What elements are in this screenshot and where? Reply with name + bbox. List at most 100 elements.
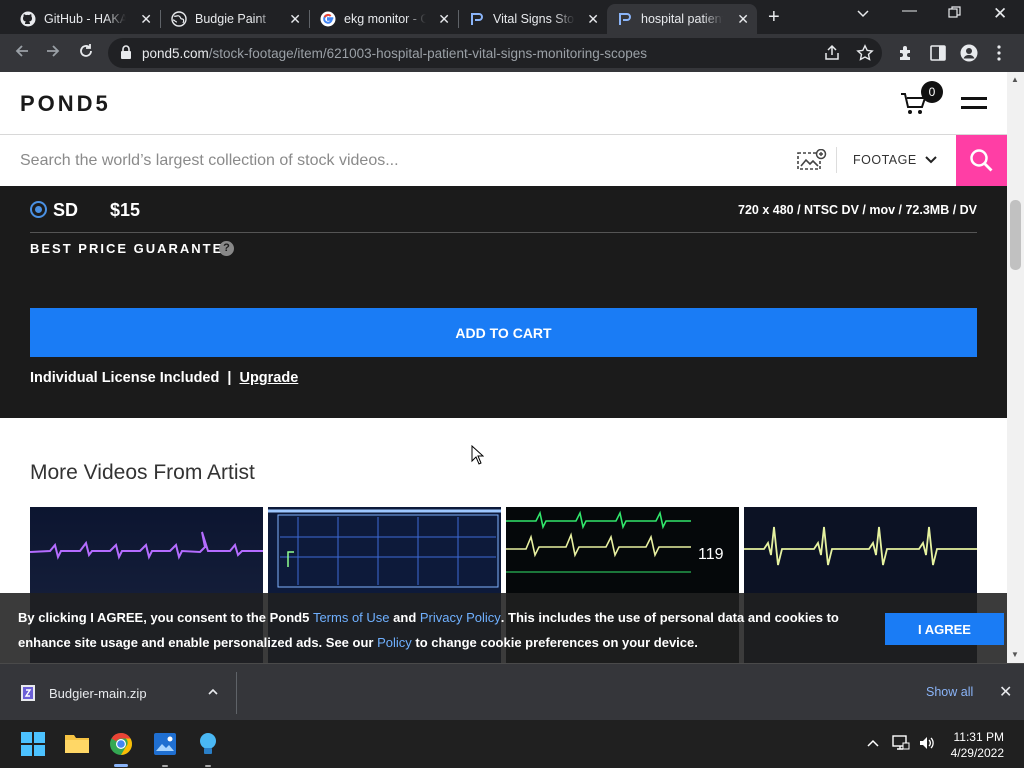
divider <box>30 232 977 233</box>
downloads-bar: Budgier-main.zip Show all ✕ <box>0 663 1024 720</box>
windows-start-icon[interactable] <box>21 732 45 756</box>
resolution-label: SD <box>53 200 79 220</box>
forward-button[interactable] <box>44 42 62 65</box>
photos-app-icon[interactable] <box>153 732 177 756</box>
tray-chevron-up-icon[interactable] <box>866 737 880 749</box>
upgrade-link[interactable]: Upgrade <box>239 370 298 386</box>
search-input[interactable] <box>20 152 720 170</box>
privacy-policy-link[interactable]: Privacy Policy <box>420 610 501 625</box>
volume-icon[interactable] <box>918 735 936 751</box>
tab-budgie-paint[interactable]: Budgie Paint ✕ <box>161 4 309 34</box>
tab-github[interactable]: GitHub - HAKAN ✕ <box>10 4 160 34</box>
system-clock[interactable]: 11:31 PM 4/29/2022 <box>940 729 1004 761</box>
close-tab-icon[interactable]: ✕ <box>587 11 599 28</box>
kebab-menu-icon[interactable] <box>996 44 1002 62</box>
scrollbar-thumb[interactable] <box>1010 200 1021 270</box>
tab-search-icon[interactable] <box>856 6 870 24</box>
best-price-guarantee: BEST PRICE GUARANTEE <box>30 241 234 256</box>
tab-title: Vital Signs Stock <box>493 12 575 26</box>
lock-icon <box>121 45 131 59</box>
sd-radio-button[interactable] <box>30 201 47 218</box>
minimize-button[interactable]: — <box>902 2 917 19</box>
close-tab-icon[interactable]: ✕ <box>737 11 749 28</box>
page-scrollbar[interactable]: ▲ ▼ <box>1007 72 1024 663</box>
running-app-indicator <box>162 765 168 767</box>
add-to-cart-button[interactable]: ADD TO CART <box>30 308 977 357</box>
cookie-text-part: and <box>389 610 420 625</box>
address-bar[interactable]: pond5.com/stock-footage/item/621003-hosp… <box>108 38 882 68</box>
mouse-cursor-icon <box>471 445 484 465</box>
divider <box>236 672 237 714</box>
tab-vital-signs[interactable]: Vital Signs Stock ✕ <box>459 4 607 34</box>
bookmark-star-icon[interactable] <box>856 44 874 62</box>
divider <box>836 147 837 173</box>
tips-bulb-icon[interactable] <box>197 732 219 756</box>
chrome-icon[interactable] <box>109 732 133 756</box>
license-info: Individual License Included | Upgrade <box>30 370 298 386</box>
search-button[interactable] <box>956 135 1007 186</box>
browser-tab-strip: GitHub - HAKAN ✕ Budgie Paint ✕ ekg moni… <box>0 0 1024 34</box>
cookie-text: By clicking I AGREE, you consent to the … <box>18 605 868 655</box>
close-tab-icon[interactable]: ✕ <box>289 11 301 28</box>
google-icon <box>320 11 336 27</box>
download-filename[interactable]: Budgier-main.zip <box>49 686 147 701</box>
profile-avatar-icon[interactable] <box>960 44 978 62</box>
search-icon <box>970 149 993 172</box>
github-icon <box>20 11 36 27</box>
url-domain: pond5.com <box>142 46 209 61</box>
globe-icon <box>171 11 187 27</box>
search-category-select[interactable]: FOOTAGE <box>853 153 917 167</box>
tab-title: GitHub - HAKAN <box>44 12 126 26</box>
restore-button[interactable] <box>948 6 961 23</box>
close-downloads-bar-icon[interactable]: ✕ <box>999 682 1012 702</box>
scroll-up-arrow-icon[interactable]: ▲ <box>1011 75 1019 84</box>
tab-hospital-patient[interactable]: hospital patient ✕ <box>607 4 757 34</box>
hamburger-menu-icon[interactable] <box>961 97 987 115</box>
extensions-icon[interactable] <box>897 44 915 62</box>
url-path: /stock-footage/item/621003-hospital-pati… <box>208 46 648 61</box>
side-panel-icon[interactable] <box>929 44 947 62</box>
cookie-consent-banner: By clicking I AGREE, you consent to the … <box>0 593 1007 663</box>
close-window-button[interactable]: ✕ <box>993 4 1007 24</box>
cookie-text-part: to change cookie preferences on your dev… <box>411 635 698 650</box>
url-text: pond5.com/stock-footage/item/621003-hosp… <box>142 46 647 61</box>
more-videos-heading: More Videos From Artist <box>30 461 255 484</box>
close-tab-icon[interactable]: ✕ <box>140 11 152 28</box>
back-button[interactable] <box>13 42 31 65</box>
price-label: $15 <box>110 200 141 220</box>
chevron-down-icon[interactable] <box>924 152 938 166</box>
terms-of-use-link[interactable]: Terms of Use <box>313 610 390 625</box>
search-bar: FOOTAGE <box>0 135 1007 186</box>
windows-taskbar: 11:31 PM 4/29/2022 <box>0 720 1024 768</box>
scroll-down-arrow-icon[interactable]: ▼ <box>1011 650 1019 659</box>
purchase-panel: SD $15 720 x 480 / NTSC DV / mov / 72.3M… <box>0 186 1007 418</box>
help-icon[interactable]: ? <box>219 241 234 256</box>
network-icon[interactable] <box>892 735 910 751</box>
file-explorer-icon[interactable] <box>64 732 90 754</box>
pond5-logo[interactable]: POND5 <box>20 91 111 117</box>
clock-time: 11:31 PM <box>953 730 1004 744</box>
svg-text:119: 119 <box>698 546 724 563</box>
cart-count-badge: 0 <box>921 81 943 103</box>
running-app-indicator <box>205 765 211 767</box>
pond5-icon <box>471 13 483 25</box>
file-specs: 720 x 480 / NTSC DV / mov / 72.3MB / DV <box>738 203 977 217</box>
active-app-indicator <box>114 764 128 767</box>
browser-toolbar: pond5.com/stock-footage/item/621003-hosp… <box>0 34 1024 72</box>
cookie-text-part: By clicking I AGREE, you consent to the … <box>18 610 313 625</box>
show-all-downloads-link[interactable]: Show all <box>926 685 973 699</box>
image-search-icon[interactable] <box>797 149 827 171</box>
chevron-up-icon[interactable] <box>207 686 219 698</box>
close-tab-icon[interactable]: ✕ <box>438 11 450 28</box>
clock-date: 4/29/2022 <box>950 746 1004 760</box>
tab-ekg-monitor[interactable]: ekg monitor - G ✕ <box>310 4 458 34</box>
policy-link[interactable]: Policy <box>377 635 412 650</box>
tab-title: Budgie Paint <box>195 12 266 26</box>
share-icon[interactable] <box>823 44 841 62</box>
i-agree-button[interactable]: I AGREE <box>885 613 1004 645</box>
new-tab-button[interactable]: + <box>768 6 780 29</box>
pond5-icon <box>619 13 631 25</box>
site-header: POND5 0 <box>0 72 1007 135</box>
web-page: POND5 0 FOOTAGE SD $15 720 x 480 / NTSC … <box>0 72 1007 663</box>
reload-button[interactable] <box>77 42 95 65</box>
